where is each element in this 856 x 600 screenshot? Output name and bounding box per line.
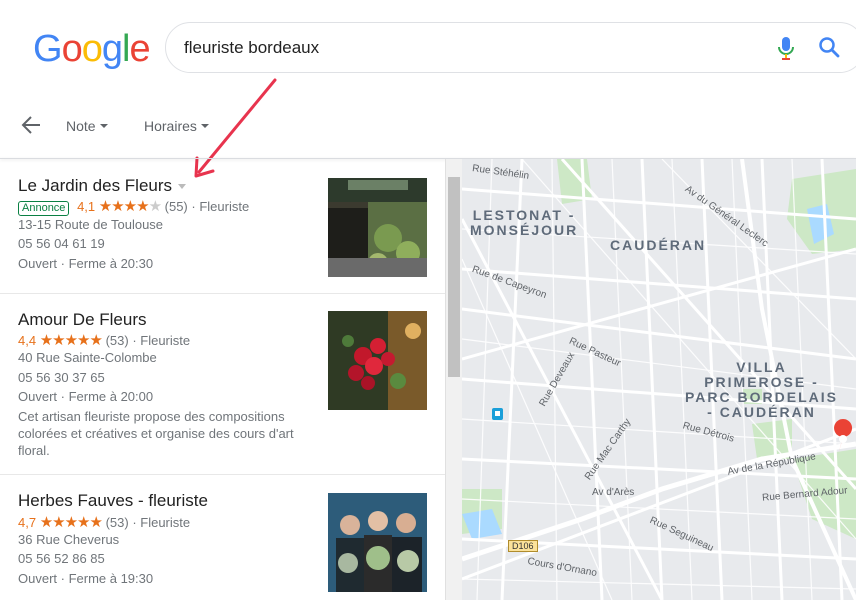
shop-photo[interactable] bbox=[328, 493, 427, 592]
hours: Ouvert · Ferme à 19:30 bbox=[18, 571, 154, 586]
phone: 05 56 52 86 85 bbox=[18, 551, 105, 566]
phone: 05 56 30 37 65 bbox=[18, 370, 105, 385]
result-name-text: Le Jardin des Fleurs bbox=[18, 176, 173, 195]
result-name[interactable]: Herbes Fauves - fleuriste bbox=[18, 491, 208, 511]
result-rating-row: Annonce 4,1 ★★★★★ (55) · Fleuriste bbox=[18, 197, 249, 216]
result-rating-row: 4,4 ★★★★★ (53) · Fleuriste bbox=[18, 332, 191, 349]
review-count[interactable]: (53) bbox=[106, 515, 129, 530]
shop-photo[interactable] bbox=[328, 178, 427, 277]
filter-note[interactable]: Note bbox=[66, 118, 108, 134]
rating-value: 4,4 bbox=[18, 333, 37, 348]
results-list: Le Jardin des Fleurs Annonce 4,1 ★★★★★ (… bbox=[0, 159, 445, 600]
microphone-icon[interactable] bbox=[776, 36, 796, 62]
rating-value: 4,7 bbox=[18, 515, 37, 530]
review-count[interactable]: (55) bbox=[165, 199, 188, 214]
description: Cet artisan fleuriste propose des compos… bbox=[18, 409, 294, 458]
caret-down-icon[interactable] bbox=[178, 184, 187, 190]
filter-horaires[interactable]: Horaires bbox=[144, 118, 209, 134]
logo-letter: l bbox=[121, 28, 131, 70]
logo-letter: o bbox=[61, 28, 83, 70]
phone: 05 56 04 61 19 bbox=[18, 236, 105, 251]
rating-value: 4,1 bbox=[77, 199, 96, 214]
caret-down-icon bbox=[200, 124, 209, 129]
ad-badge: Annonce bbox=[18, 201, 70, 216]
street-label: Av d'Arès bbox=[592, 487, 635, 498]
review-count[interactable]: (53) bbox=[106, 333, 129, 348]
caret-down-icon bbox=[99, 124, 108, 129]
logo-letter: e bbox=[129, 28, 150, 70]
filter-label: Horaires bbox=[144, 118, 197, 134]
star-rating-icon: ★★★★★ bbox=[39, 514, 103, 531]
back-arrow-icon[interactable] bbox=[20, 114, 42, 136]
logo-letter: g bbox=[101, 28, 123, 70]
district-label: CAUDÉRAN bbox=[610, 237, 707, 253]
search-box[interactable]: fleuriste bordeaux bbox=[165, 22, 856, 73]
district-label: LESTONAT - MONSÉJOUR bbox=[470, 207, 579, 238]
hours: Ouvert · Ferme à 20:30 bbox=[18, 256, 154, 271]
result-item[interactable]: Herbes Fauves - fleuriste 4,7 ★★★★★ (53)… bbox=[0, 475, 445, 600]
address: 36 Rue Cheverus bbox=[18, 532, 120, 547]
address: 40 Rue Sainte-Colombe bbox=[18, 350, 157, 365]
star-rating-icon: ★★★★★ bbox=[98, 198, 162, 215]
search-input[interactable]: fleuriste bordeaux bbox=[184, 38, 319, 58]
category: Fleuriste bbox=[199, 199, 250, 214]
result-name[interactable]: Le Jardin des Fleurs bbox=[18, 176, 187, 196]
result-rating-row: 4,7 ★★★★★ (53) · Fleuriste bbox=[18, 514, 191, 531]
scrollbar-thumb[interactable] bbox=[448, 177, 460, 377]
scrollbar[interactable] bbox=[445, 159, 462, 600]
category: Fleuriste bbox=[140, 333, 191, 348]
road-badge: D106 bbox=[508, 540, 538, 552]
star-rating-icon: ★★★★★ bbox=[39, 332, 103, 349]
logo-letter: G bbox=[33, 28, 63, 70]
category: Fleuriste bbox=[140, 515, 191, 530]
district-label: VILLA PRIMEROSE - PARC BORDELAIS - CAUDÉ… bbox=[685, 359, 838, 420]
hours: Ouvert · Ferme à 20:00 bbox=[18, 389, 154, 404]
logo-letter: o bbox=[81, 28, 103, 70]
google-logo[interactable]: Google bbox=[33, 28, 151, 71]
shop-photo[interactable] bbox=[328, 311, 427, 410]
result-item[interactable]: Le Jardin des Fleurs Annonce 4,1 ★★★★★ (… bbox=[0, 159, 445, 294]
result-item[interactable]: Amour De Fleurs 4,4 ★★★★★ (53) · Fleuris… bbox=[0, 294, 445, 475]
address: 13-15 Route de Toulouse bbox=[18, 217, 164, 232]
map[interactable]: LESTONAT - MONSÉJOUR CAUDÉRAN VILLA PRIM… bbox=[462, 159, 856, 600]
search-icon[interactable] bbox=[818, 36, 840, 58]
result-name[interactable]: Amour De Fleurs bbox=[18, 310, 146, 330]
filter-label: Note bbox=[66, 118, 96, 134]
